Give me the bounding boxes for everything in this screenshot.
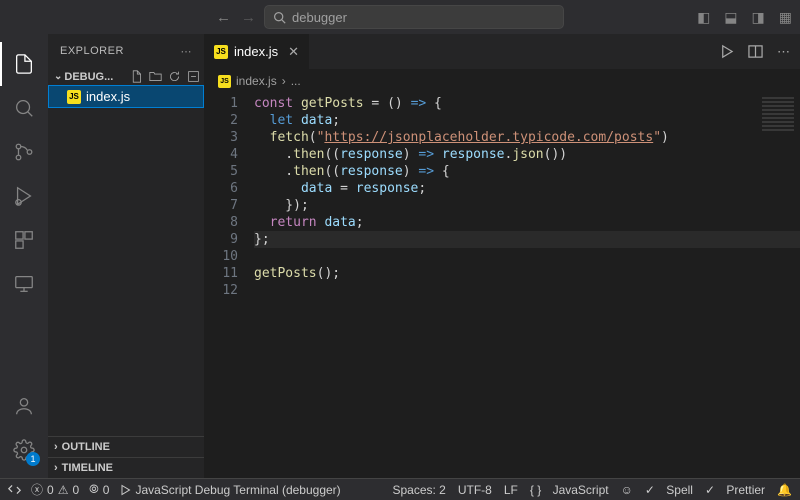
warning-icon: ⚠ xyxy=(58,483,69,497)
statusbar: ⓧ0 ⚠0 ⦾0 JavaScript Debug Terminal (debu… xyxy=(0,478,800,500)
chevron-right-icon: › xyxy=(54,441,58,453)
notifications-icon[interactable]: 🔔 xyxy=(777,483,792,497)
sidebar-more-icon[interactable]: ⋯ xyxy=(181,45,193,58)
folder-label: DEBUG... xyxy=(64,71,130,83)
spell-check[interactable]: ✓ Spell xyxy=(645,483,693,497)
activity-remote[interactable] xyxy=(0,262,48,306)
check-icon: ✓ xyxy=(645,483,655,497)
activity-extensions[interactable] xyxy=(0,218,48,262)
error-icon: ⓧ xyxy=(31,481,43,498)
radio-icon: ⦾ xyxy=(89,482,99,497)
collapse-icon[interactable] xyxy=(187,70,200,83)
encoding[interactable]: UTF-8 xyxy=(458,483,492,497)
line-gutter: 123456789101112 xyxy=(204,95,254,478)
language-mode[interactable]: { } JavaScript xyxy=(530,483,609,497)
timeline-label: TIMELINE xyxy=(62,462,113,474)
javascript-icon: JS xyxy=(214,45,228,59)
outline-section[interactable]: › OUTLINE xyxy=(48,436,204,457)
activity-source-control[interactable] xyxy=(0,130,48,174)
problems-indicator[interactable]: ⓧ0 ⚠0 xyxy=(31,481,79,498)
search-icon xyxy=(273,11,286,24)
settings-badge: 1 xyxy=(26,452,40,466)
debug-target[interactable]: JavaScript Debug Terminal (debugger) xyxy=(119,483,340,497)
activitybar: 1 xyxy=(0,34,48,478)
sidebar-title: EXPLORER xyxy=(60,45,124,57)
run-file-icon[interactable] xyxy=(719,44,734,59)
breadcrumb-file: index.js xyxy=(236,74,277,88)
activity-run-debug[interactable] xyxy=(0,174,48,218)
outline-label: OUTLINE xyxy=(62,441,110,453)
tab-label: index.js xyxy=(234,44,278,59)
activity-explorer[interactable] xyxy=(0,42,48,86)
check-icon: ✓ xyxy=(705,483,715,497)
chevron-down-icon: ⌄ xyxy=(54,71,62,82)
minimap[interactable] xyxy=(758,95,798,135)
breadcrumb-separator: › xyxy=(282,74,286,88)
file-label: index.js xyxy=(86,89,130,104)
timeline-section[interactable]: › TIMELINE xyxy=(48,457,204,478)
code-editor[interactable]: 123456789101112 const getPosts = () => {… xyxy=(204,93,800,478)
nav-forward-icon[interactable]: → xyxy=(241,9,256,26)
remote-indicator[interactable] xyxy=(8,483,21,496)
split-editor-icon[interactable] xyxy=(748,44,763,59)
chevron-right-icon: › xyxy=(54,462,58,474)
debug-icon xyxy=(119,484,131,496)
activity-settings[interactable]: 1 xyxy=(0,428,48,472)
code-content[interactable]: const getPosts = () => { let data; fetch… xyxy=(254,95,800,478)
javascript-icon: JS xyxy=(67,90,81,104)
indentation[interactable]: Spaces: 2 xyxy=(392,483,445,497)
ports-indicator[interactable]: ⦾0 xyxy=(89,482,109,497)
layout-sidebar-left-icon[interactable]: ◧ xyxy=(697,9,710,26)
file-item-indexjs[interactable]: JS index.js xyxy=(48,85,204,108)
braces-icon: { } xyxy=(530,483,541,497)
titlebar: ← → debugger ◧ ⬓ ◨ ▦ xyxy=(0,0,800,34)
editor-tabs: JS index.js ✕ ⋯ xyxy=(204,34,800,69)
layout-sidebar-right-icon[interactable]: ◨ xyxy=(752,9,765,26)
breadcrumb-rest: ... xyxy=(291,74,301,88)
refresh-icon[interactable] xyxy=(168,70,181,83)
close-icon[interactable]: ✕ xyxy=(288,44,299,60)
tab-indexjs[interactable]: JS index.js ✕ xyxy=(204,34,310,69)
editor-more-icon[interactable]: ⋯ xyxy=(777,44,790,60)
command-center-search[interactable]: debugger xyxy=(264,5,564,29)
feedback-icon[interactable]: ☺ xyxy=(621,483,633,497)
activity-account[interactable] xyxy=(0,384,48,428)
layout-customize-icon[interactable]: ▦ xyxy=(779,9,792,26)
new-folder-icon[interactable] xyxy=(149,70,162,83)
search-text: debugger xyxy=(292,10,347,25)
javascript-icon: JS xyxy=(218,75,231,88)
nav-back-icon[interactable]: ← xyxy=(216,9,231,26)
workspace-folder[interactable]: ⌄ DEBUG... xyxy=(48,68,204,85)
prettier[interactable]: ✓ Prettier xyxy=(705,483,765,497)
breadcrumb[interactable]: JS index.js › ... xyxy=(204,69,800,93)
new-file-icon[interactable] xyxy=(130,70,143,83)
editor-area: JS index.js ✕ ⋯ JS index.js › ... 123456… xyxy=(204,34,800,478)
eol[interactable]: LF xyxy=(504,483,518,497)
explorer-sidebar: EXPLORER ⋯ ⌄ DEBUG... JS index.js › OUTL… xyxy=(48,34,204,478)
activity-search[interactable] xyxy=(0,86,48,130)
layout-panel-icon[interactable]: ⬓ xyxy=(724,9,737,26)
